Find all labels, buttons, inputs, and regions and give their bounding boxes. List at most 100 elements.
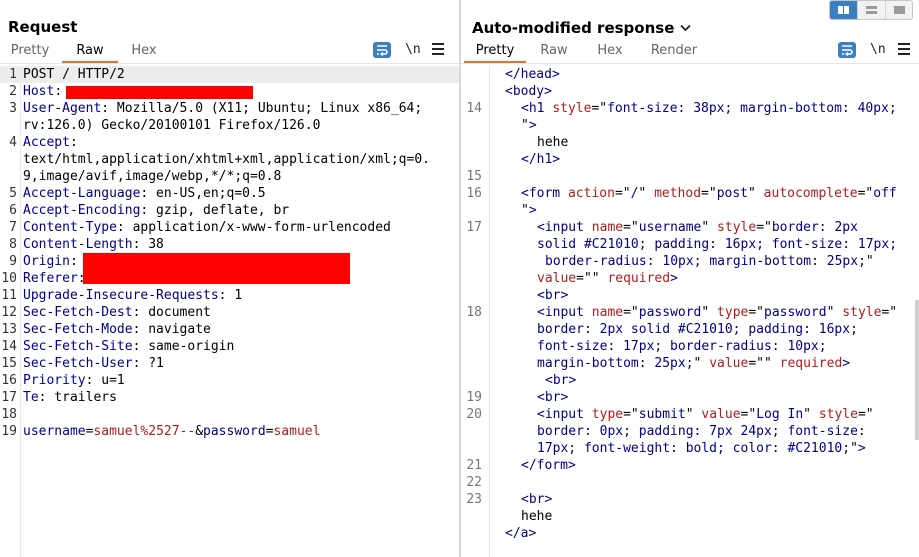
code-token: : 1: [218, 288, 243, 303]
code-token: 17px; font-weight: bold; color: #C21010;: [537, 441, 851, 456]
code-text: rv:126.0) Gecko/20100101 Firefox/126.0: [23, 117, 320, 134]
code-token: : document: [132, 305, 211, 320]
tab-response-pretty[interactable]: Pretty: [464, 41, 526, 63]
code-line: 22: [461, 474, 919, 491]
hamburger-menu-icon[interactable]: [432, 43, 444, 58]
response-editor[interactable]: </head> <body> 14 <h1 style="font-size: 38p…: [461, 66, 919, 557]
newline-toggle[interactable]: \n: [870, 41, 886, 59]
line-number: 2: [9, 84, 17, 99]
word-wrap-icon[interactable]: [373, 42, 391, 58]
code-text: Content-Type: application/x-www-form-url…: [23, 219, 391, 236]
response-scrollbar[interactable]: [915, 300, 919, 440]
code-token: <input: [537, 220, 592, 235]
code-token: Content-Type: [23, 220, 117, 235]
code-token: Sec-Fetch-Site: [23, 339, 133, 354]
code-token: =": [740, 407, 757, 422]
hamburger-menu-icon[interactable]: [898, 43, 910, 58]
response-title[interactable]: Auto-modified response: [472, 17, 692, 38]
code-token: </h1>: [521, 152, 561, 167]
code-line: <br>: [461, 372, 919, 389]
code-token: ": [521, 118, 529, 133]
code-token: type: [717, 305, 749, 320]
code-line: <br>: [461, 287, 919, 304]
tab-request-pretty[interactable]: Pretty: [4, 41, 56, 61]
layout-toggle: [829, 0, 913, 20]
code-line: ">: [461, 202, 919, 219]
code-token: =": [591, 101, 608, 116]
code-text: <input name="password" type="password" s…: [537, 304, 897, 321]
tab-response-raw[interactable]: Raw: [534, 41, 574, 61]
code-token: border: 2px solid #C21010; padding: 16px…: [537, 322, 858, 337]
response-pane: Auto-modified response Pretty Raw Hex Re…: [461, 0, 919, 557]
code-token: username: [638, 220, 702, 235]
code-token: hehe: [537, 135, 569, 150]
line-number: 17: [1, 390, 17, 405]
code-token: rv:126.0) Gecko/20100101 Firefox/126.0: [23, 118, 321, 133]
code-token: off: [873, 186, 897, 201]
tab-response-hex[interactable]: Hex: [590, 41, 630, 61]
layout-side-by-side-icon[interactable]: [830, 1, 857, 19]
line-number: 21: [466, 458, 482, 473]
request-editor[interactable]: 1 POST / HTTP/2 2 Host: 3 User-Agent: Mozill…: [0, 66, 459, 557]
code-line: 16 Priority: u=1: [0, 372, 459, 389]
code-text: value="" required>: [537, 270, 678, 287]
code-line: </head>: [461, 66, 919, 83]
code-token: <input: [537, 305, 592, 320]
code-text: text/html,application/xhtml+xml,applicat…: [23, 151, 430, 168]
code-line: 20 <input type="submit" value="Log In" st…: [461, 406, 919, 423]
code-token: <input: [537, 407, 592, 422]
code-line: hehe: [461, 134, 919, 151]
code-token: Sec-Fetch-Dest: [23, 305, 133, 320]
word-wrap-icon[interactable]: [838, 42, 856, 58]
code-token: =": [748, 305, 765, 320]
code-token: Accept-Language: [23, 186, 141, 201]
tab-request-raw[interactable]: Raw: [62, 41, 118, 63]
code-text: </head>: [505, 66, 560, 83]
request-pane: Request Pretty Raw Hex \n 1 POST / HTTP/2…: [0, 0, 459, 557]
code-line: value="" required>: [461, 270, 919, 287]
line-number: 3: [9, 101, 17, 116]
layout-single-icon[interactable]: [885, 1, 912, 19]
newline-toggle[interactable]: \n: [405, 41, 421, 59]
code-line: hehe: [461, 508, 919, 525]
code-text: hehe: [521, 508, 552, 525]
code-line: </a>: [461, 525, 919, 542]
line-number: 8: [9, 237, 17, 252]
code-token: font-size: 17px; border-radius: 10px;: [537, 339, 827, 354]
line-number: 4: [9, 135, 17, 150]
code-text: <br>: [537, 389, 568, 406]
code-line: ">: [461, 117, 919, 134]
code-text: border: 2px solid #C21010; padding: 16px…: [537, 321, 858, 338]
code-token: name: [591, 305, 624, 320]
code-line: border: 2px solid #C21010; padding: 16px…: [461, 321, 919, 338]
line-number: 16: [466, 186, 482, 201]
tab-response-render[interactable]: Render: [646, 41, 702, 61]
code-line: 17 Te: trailers: [0, 389, 459, 406]
code-line: 16 <form action="/" method="post" autocom…: [461, 185, 919, 202]
line-number: 16: [1, 373, 17, 388]
code-text: <input type="submit" value="Log In" styl…: [537, 406, 874, 423]
code-text: Sec-Fetch-User: ?1: [23, 355, 164, 372]
code-line: 15 Sec-Fetch-User: ?1: [0, 355, 459, 372]
code-line: solid #C21010; padding: 16px; font-size:…: [461, 236, 919, 253]
code-token: : u=1: [85, 373, 125, 388]
tab-request-hex[interactable]: Hex: [124, 41, 164, 61]
code-line: font-size: 17px; border-radius: 10px;: [461, 338, 919, 355]
line-number: 12: [1, 305, 17, 320]
layout-stacked-icon[interactable]: [857, 1, 885, 19]
code-token: username: [23, 424, 86, 439]
line-number: 9: [9, 254, 17, 269]
code-text: Accept-Language: en-US,en;q=0.5: [23, 185, 266, 202]
code-token: =": [623, 407, 639, 422]
line-number: 1: [9, 67, 17, 82]
line-number: 11: [1, 288, 17, 303]
line-number: 17: [466, 220, 482, 235]
request-toolbar: \n: [373, 41, 453, 61]
line-number: 19: [1, 424, 17, 439]
code-token: Sec-Fetch-Mode: [23, 322, 133, 337]
code-text: ">: [521, 202, 537, 219]
code-token: border: 2px: [771, 220, 858, 235]
line-number: 15: [466, 169, 482, 184]
code-token: margin-bottom: 25px;: [537, 356, 694, 371]
code-text: font-size: 17px; border-radius: 10px;: [537, 338, 827, 355]
